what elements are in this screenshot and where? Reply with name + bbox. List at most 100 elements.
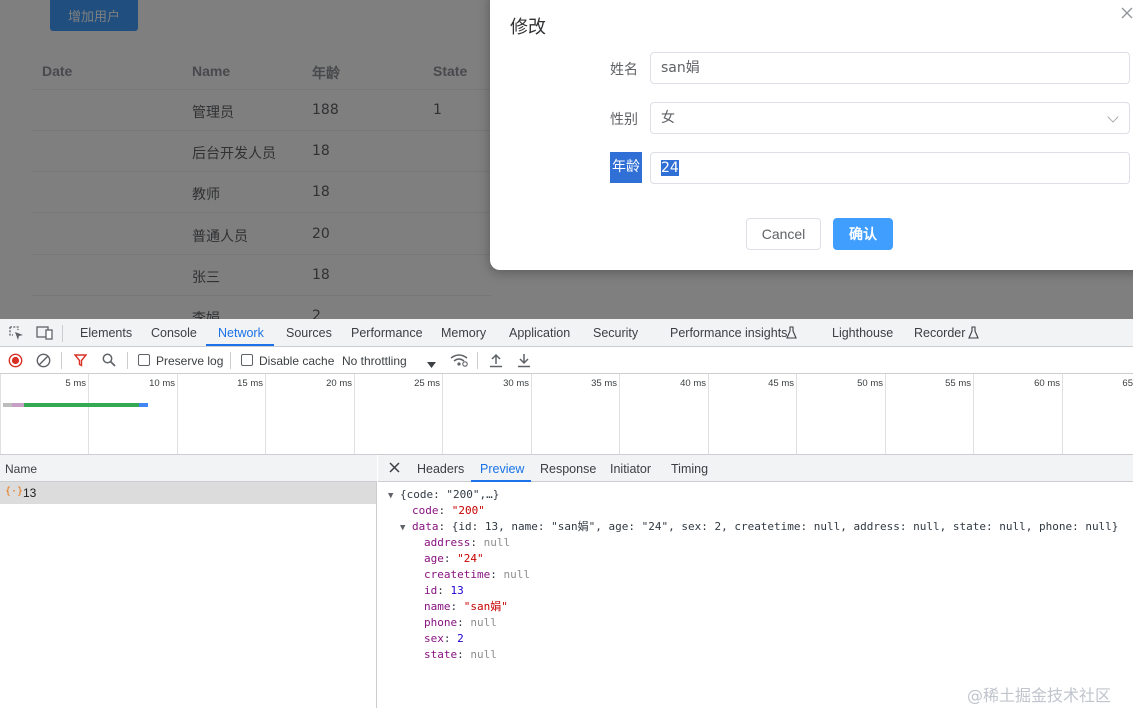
json-key: id bbox=[424, 584, 438, 597]
tab-console[interactable]: Console bbox=[151, 326, 197, 340]
request-list-header: Name bbox=[0, 455, 377, 482]
grid-line bbox=[442, 374, 443, 454]
json-data-line[interactable]: ▼ data: {id: 13, name: "san娟", age: "24"… bbox=[400, 519, 1118, 536]
json-field-line: state: null bbox=[424, 648, 497, 661]
waterfall-waiting-bar bbox=[24, 403, 139, 407]
json-value: "24" bbox=[457, 552, 484, 565]
tab-network[interactable]: Network bbox=[218, 326, 264, 340]
export-har-icon[interactable] bbox=[517, 353, 531, 371]
timeline-tick: 20 ms bbox=[326, 378, 352, 389]
edit-dialog: 修改 姓名 san娟 性别 女 年龄 24 Cancel 确认 bbox=[490, 0, 1133, 270]
tab-performance[interactable]: Performance bbox=[351, 326, 423, 340]
expand-triangle-icon[interactable]: ▼ bbox=[388, 491, 393, 501]
json-code-line: code: "200" bbox=[412, 504, 485, 517]
timeline-tick: 65 bbox=[1122, 378, 1133, 389]
confirm-button[interactable]: 确认 bbox=[833, 218, 893, 250]
active-tab-indicator bbox=[471, 480, 531, 482]
grid-line bbox=[0, 374, 1, 454]
age-input[interactable]: 24 bbox=[650, 152, 1130, 184]
json-key: data bbox=[412, 520, 439, 533]
grid-line bbox=[619, 374, 620, 454]
tab-application[interactable]: Application bbox=[509, 326, 570, 340]
json-data-summary: {id: 13, name: "san娟", age: "24", sex: 2… bbox=[451, 520, 1119, 533]
tab-preview[interactable]: Preview bbox=[480, 462, 524, 476]
json-key: code bbox=[412, 504, 439, 517]
chevron-down-icon bbox=[1107, 111, 1119, 123]
request-list: Name {·} 13 bbox=[0, 455, 377, 708]
json-preview: ▼ {code: "200",…} code: "200" ▼ data: {i… bbox=[388, 487, 1118, 661]
waterfall-download-bar bbox=[139, 403, 148, 407]
waterfall-stalled-bar bbox=[12, 403, 24, 407]
timeline-tick: 25 ms bbox=[414, 378, 440, 389]
timeline-tick: 60 ms bbox=[1034, 378, 1060, 389]
inspect-element-icon[interactable] bbox=[9, 326, 24, 344]
tab-elements[interactable]: Elements bbox=[80, 326, 132, 340]
search-icon[interactable] bbox=[102, 353, 116, 370]
json-value: null bbox=[483, 536, 511, 549]
close-icon[interactable] bbox=[1117, 6, 1133, 26]
json-key: sex bbox=[424, 632, 444, 645]
tab-response[interactable]: Response bbox=[540, 462, 596, 476]
json-key: createtime bbox=[424, 568, 491, 581]
dropdown-arrow-icon[interactable] bbox=[427, 357, 436, 371]
json-field-line: id: 13 bbox=[424, 584, 464, 597]
close-icon[interactable] bbox=[389, 462, 400, 476]
separator bbox=[62, 325, 63, 342]
age-label: 年龄 bbox=[610, 152, 642, 183]
tab-headers[interactable]: Headers bbox=[417, 462, 464, 476]
flask-icon bbox=[968, 326, 979, 342]
tab-lighthouse[interactable]: Lighthouse bbox=[832, 326, 893, 340]
sex-select-value: 女 bbox=[661, 110, 675, 126]
timeline-tick: 50 ms bbox=[857, 378, 883, 389]
age-input-value: 24 bbox=[661, 160, 679, 176]
network-overview-timeline[interactable]: 5 ms 10 ms 15 ms 20 ms 25 ms 30 ms 35 ms… bbox=[0, 374, 1133, 455]
json-value: 2 bbox=[457, 632, 464, 645]
preserve-log-label: Preserve log bbox=[156, 354, 224, 368]
grid-line bbox=[265, 374, 266, 454]
tab-security[interactable]: Security bbox=[593, 326, 638, 340]
name-input[interactable]: san娟 bbox=[650, 52, 1130, 84]
json-field-line: name: "san娟" bbox=[424, 600, 508, 613]
request-row[interactable]: {·} 13 bbox=[0, 482, 376, 504]
tab-recorder[interactable]: Recorder bbox=[914, 326, 965, 340]
network-conditions-icon[interactable] bbox=[450, 353, 468, 370]
json-value: null bbox=[503, 568, 530, 581]
json-key: address bbox=[424, 536, 471, 549]
separator bbox=[477, 352, 478, 369]
preserve-log-checkbox[interactable] bbox=[138, 354, 150, 366]
import-har-icon[interactable] bbox=[489, 353, 503, 371]
device-toolbar-icon[interactable] bbox=[36, 326, 53, 343]
grid-line bbox=[796, 374, 797, 454]
json-value: "200" bbox=[451, 504, 485, 517]
json-root-summary: {code: "200",…} bbox=[400, 488, 500, 501]
json-value: null bbox=[470, 616, 497, 629]
filter-icon[interactable] bbox=[73, 354, 88, 370]
tab-sources[interactable]: Sources bbox=[286, 326, 332, 340]
json-field-line: age: "24" bbox=[424, 552, 484, 565]
sex-select[interactable]: 女 bbox=[650, 102, 1130, 134]
disable-cache-checkbox[interactable] bbox=[241, 354, 253, 366]
record-icon[interactable] bbox=[8, 353, 23, 371]
expand-triangle-icon[interactable]: ▼ bbox=[400, 523, 405, 533]
json-key: phone bbox=[424, 616, 458, 629]
throttling-select[interactable]: No throttling bbox=[342, 354, 407, 368]
json-key: name bbox=[424, 600, 451, 613]
dialog-title: 修改 bbox=[510, 17, 546, 38]
devtools-tab-bar: Elements Console Network Sources Perform… bbox=[0, 319, 1133, 347]
tab-memory[interactable]: Memory bbox=[441, 326, 486, 340]
timeline-tick: 45 ms bbox=[768, 378, 794, 389]
waterfall-queue-bar bbox=[3, 403, 12, 407]
grid-line bbox=[1062, 374, 1063, 454]
json-root-line[interactable]: ▼ {code: "200",…} bbox=[388, 487, 499, 504]
json-value: "san娟" bbox=[463, 600, 508, 613]
cancel-button[interactable]: Cancel bbox=[746, 218, 821, 250]
tab-initiator[interactable]: Initiator bbox=[610, 462, 651, 476]
tab-performance-insights[interactable]: Performance insights bbox=[670, 326, 787, 340]
tab-timing[interactable]: Timing bbox=[671, 462, 708, 476]
flask-icon bbox=[786, 326, 797, 342]
app-page: 增加用户 Date Name 年龄 State 管理员 188 1 后台开发人员… bbox=[0, 0, 1133, 319]
timeline-tick: 55 ms bbox=[945, 378, 971, 389]
detail-tab-bar: Headers Preview Response Initiator Timin… bbox=[378, 455, 1133, 482]
name-column-header[interactable]: Name bbox=[5, 462, 37, 476]
clear-icon[interactable] bbox=[36, 353, 51, 371]
